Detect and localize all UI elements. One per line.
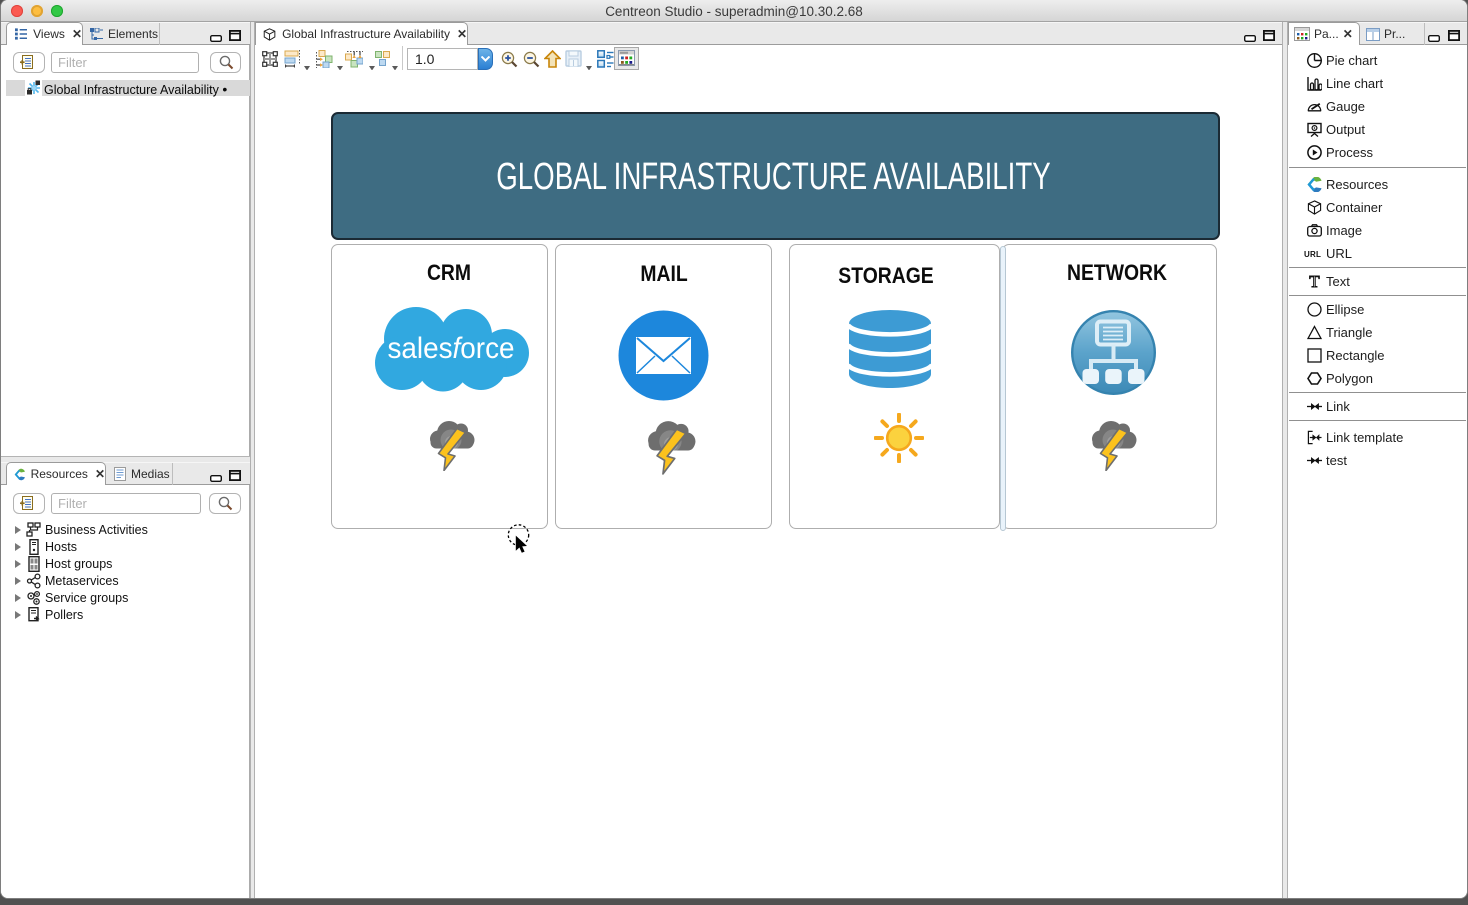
svg-text:salesforce: salesforce xyxy=(388,332,515,365)
svg-text:T: T xyxy=(1309,274,1320,289)
